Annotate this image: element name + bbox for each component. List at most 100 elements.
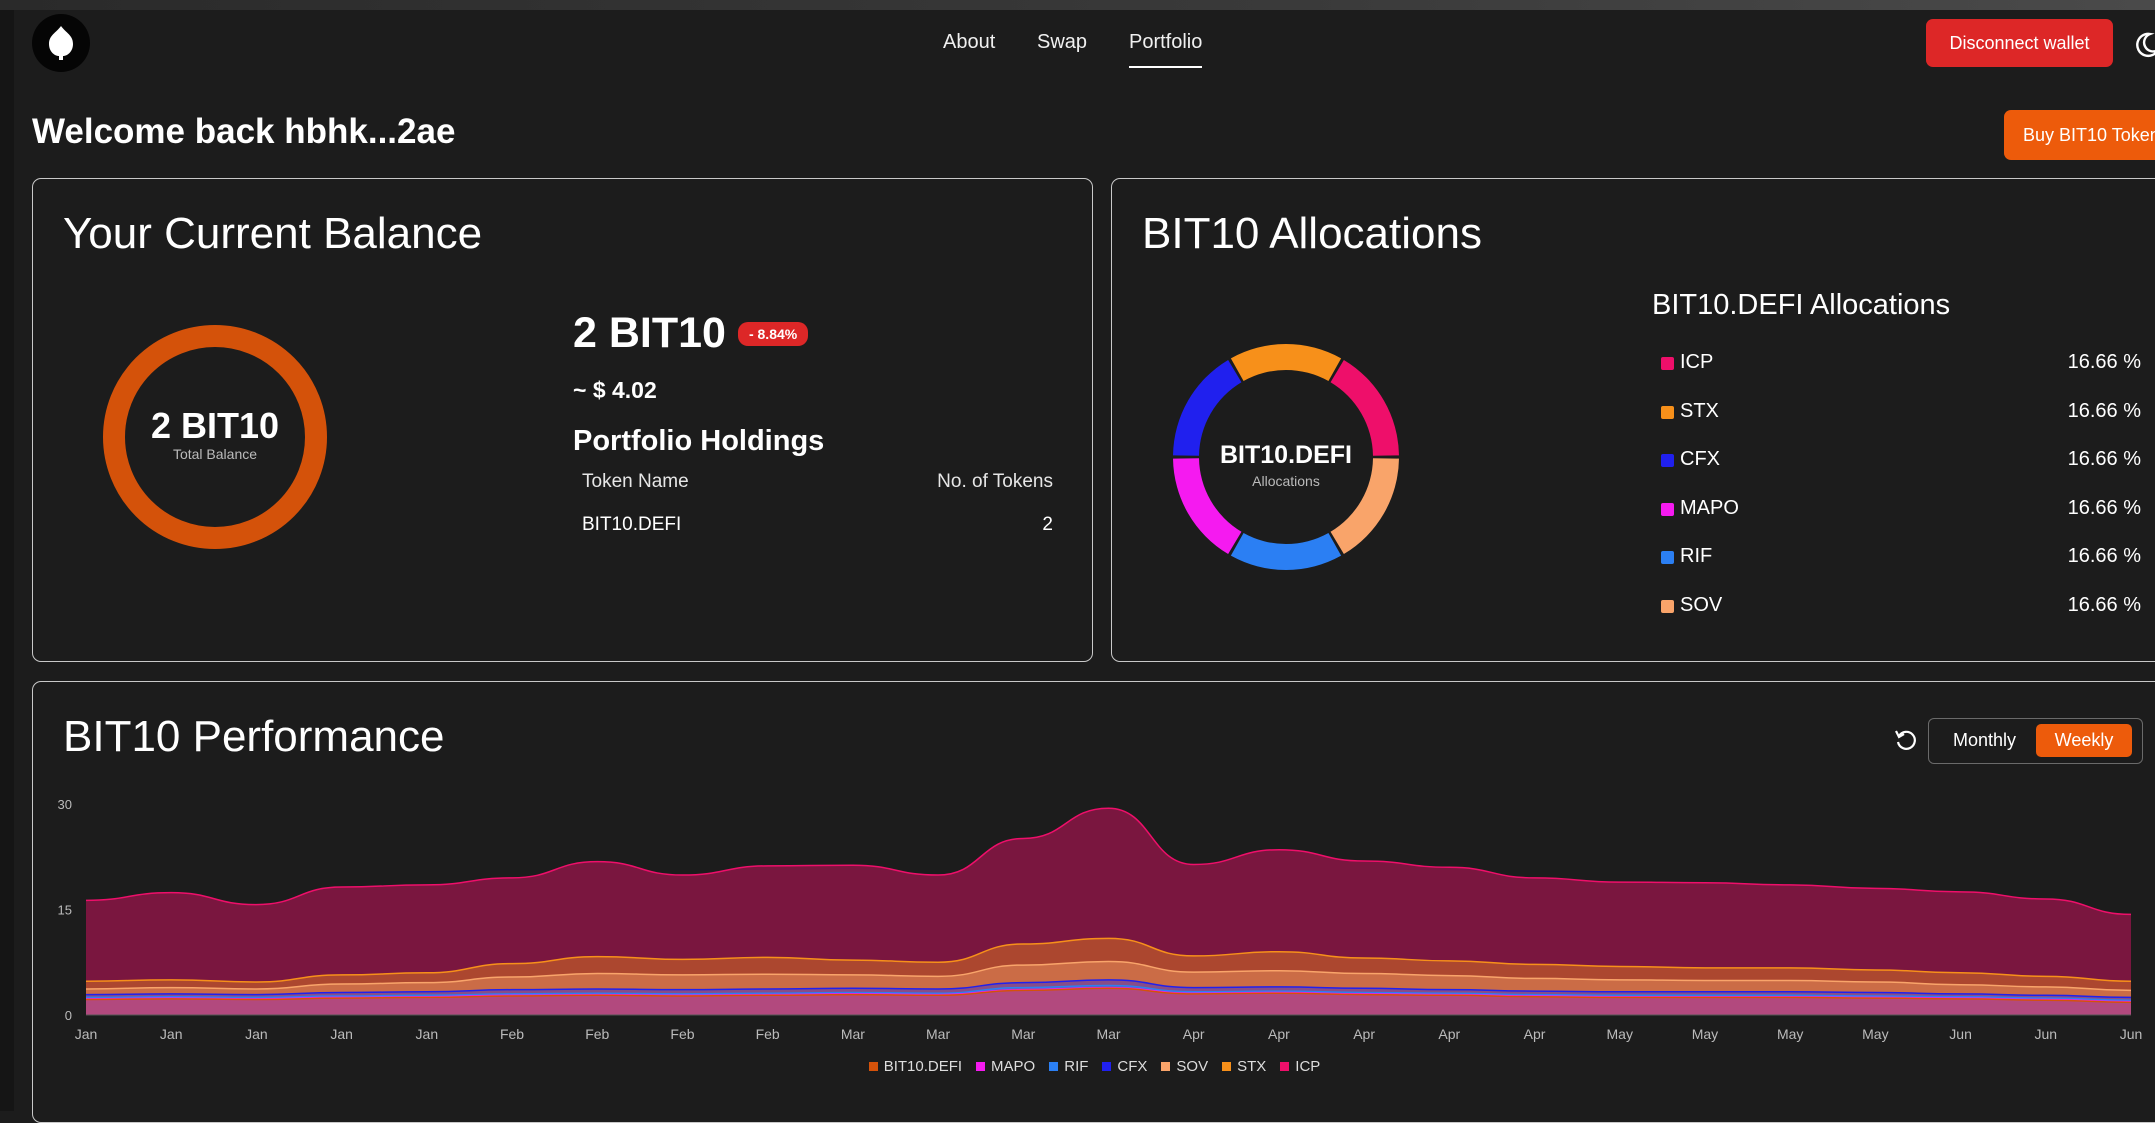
balance-donut-label: 2 BIT10: [150, 405, 280, 446]
holdings-title: Portfolio Holdings: [573, 425, 825, 457]
performance-card-title: BIT10 Performance: [63, 712, 445, 761]
legend-item-cfx[interactable]: CFX: [1102, 1058, 1147, 1075]
legend-swatch: [1222, 1062, 1232, 1071]
x-tick-label: Jun: [2120, 1026, 2143, 1042]
allocation-row-mapo: MAPO 16.66 %: [1661, 497, 2141, 527]
allocation-percent: 16.66 %: [2067, 496, 2141, 519]
x-tick-label: Jan: [330, 1026, 353, 1042]
allocation-name: MAPO: [1680, 496, 1739, 519]
window-top-strip: [0, 0, 2155, 10]
x-tick-label: May: [1607, 1026, 1633, 1042]
x-tick-label: Mar: [841, 1026, 865, 1042]
legend-label: CFX: [1117, 1058, 1148, 1075]
welcome-heading: Welcome back hbhk...2ae: [32, 112, 456, 151]
holdings-col-count: No. of Tokens: [937, 471, 1053, 492]
nav-swap[interactable]: Swap: [1037, 28, 1087, 66]
refresh-button[interactable]: [1893, 727, 1919, 753]
balance-card: Your Current Balance 2 BIT10 Total Balan…: [32, 178, 1093, 662]
x-tick-label: Apr: [1438, 1026, 1460, 1042]
legend-item-mapo[interactable]: MAPO: [976, 1058, 1035, 1075]
legend-item-stx[interactable]: STX: [1222, 1058, 1266, 1075]
allocations-donut-label: BIT10.DEFI: [1220, 441, 1352, 469]
x-tick-label: Apr: [1268, 1026, 1290, 1042]
period-toggle: Monthly Weekly: [1928, 718, 2143, 764]
donut-slice-rif: [1230, 532, 1342, 570]
x-tick-label: Feb: [756, 1026, 780, 1042]
x-tick-label: May: [1692, 1026, 1718, 1042]
holdings-row-count: 2: [1042, 514, 1053, 535]
x-tick-label: Feb: [585, 1026, 609, 1042]
legend-swatch: [868, 1062, 878, 1071]
allocation-name: SOV: [1680, 593, 1723, 616]
legend-item-sov[interactable]: SOV: [1161, 1058, 1208, 1075]
allocation-swatch: [1661, 551, 1674, 564]
y-tick-label: 0: [65, 1008, 72, 1023]
legend-item-bit10.defi[interactable]: BIT10.DEFI: [868, 1058, 963, 1075]
balance-donut-sublabel: Total Balance: [172, 446, 258, 462]
x-tick-label: Jun: [2035, 1026, 2058, 1042]
allocation-name: CFX: [1680, 448, 1720, 470]
toggle-monthly[interactable]: Monthly: [1934, 724, 2035, 757]
allocation-name: STX: [1680, 399, 1719, 422]
moon-icon: [2136, 32, 2155, 57]
allocation-row-rif: RIF 16.66 %: [1661, 545, 2141, 575]
allocation-swatch: [1661, 357, 1674, 370]
balance-card-title: Your Current Balance: [63, 209, 483, 258]
refresh-icon: [1895, 730, 1916, 750]
x-tick-label: May: [1862, 1026, 1888, 1042]
y-tick-label: 15: [58, 903, 72, 918]
legend-label: BIT10.DEFI: [883, 1058, 963, 1075]
legend-label: SOV: [1176, 1058, 1209, 1075]
allocation-swatch: [1661, 599, 1674, 613]
holdings-row-name: BIT10.DEFI: [582, 514, 682, 535]
x-tick-label: Mar: [926, 1026, 950, 1042]
y-tick-label: 30: [58, 797, 72, 812]
allocation-percent: 16.66 %: [2067, 399, 2141, 422]
performance-chart: 0 15 30 Jan Jan Jan Jan Jan Feb Feb Feb Feb Mar Mar Ma…: [58, 797, 2143, 1042]
allocation-swatch: [1661, 405, 1674, 419]
holdings-col-token: Token Name: [582, 471, 689, 492]
nav-about[interactable]: About: [943, 28, 995, 66]
x-tick-label: Jan: [75, 1026, 98, 1042]
x-tick-label: Apr: [1524, 1026, 1546, 1042]
toggle-weekly[interactable]: Weekly: [2036, 724, 2132, 757]
x-tick-label: Feb: [500, 1026, 524, 1042]
balance-amount-row: 2 BIT10 - 8.84%: [573, 309, 809, 358]
allocations-donut-sublabel: Allocations: [1252, 473, 1320, 489]
x-tick-label: May: [1777, 1026, 1803, 1042]
legend-swatch: [976, 1062, 986, 1071]
main-nav: About Swap Portfolio: [0, 28, 2155, 68]
allocation-percent: 16.66 %: [2067, 351, 2141, 373]
legend-swatch: [1049, 1062, 1059, 1071]
disconnect-wallet-button[interactable]: Disconnect wallet: [1926, 19, 2113, 67]
legend-swatch: [1102, 1062, 1112, 1071]
change-badge: - 8.84%: [737, 321, 809, 346]
allocation-percent: 16.66 %: [2067, 545, 2141, 567]
x-tick-label: Apr: [1353, 1026, 1375, 1042]
legend-swatch: [1161, 1062, 1171, 1071]
balance-usd: ~ $ 4.02: [573, 377, 657, 403]
x-tick-label: Apr: [1183, 1026, 1205, 1042]
buy-token-button[interactable]: Buy BIT10 Token: [2004, 110, 2155, 160]
x-tick-label: Jan: [160, 1026, 183, 1042]
nav-portfolio[interactable]: Portfolio: [1129, 28, 1203, 68]
allocation-name: RIF: [1680, 545, 1713, 567]
theme-toggle-button[interactable]: [2128, 26, 2155, 62]
allocations-list-title: BIT10.DEFI Allocations: [1652, 289, 1951, 321]
donut-slice-stx: [1230, 344, 1342, 382]
legend-label: MAPO: [991, 1058, 1036, 1075]
allocation-row-cfx: CFX 16.66 %: [1661, 448, 2141, 478]
legend-item-icp[interactable]: ICP: [1280, 1058, 1320, 1075]
legend-label: RIF: [1064, 1058, 1089, 1075]
allocation-row-icp: ICP 16.66 %: [1661, 351, 2141, 381]
allocation-swatch: [1661, 502, 1674, 516]
legend-item-rif[interactable]: RIF: [1049, 1058, 1088, 1075]
balance-amount: 2 BIT10: [573, 309, 726, 357]
x-tick-label: Mar: [1011, 1026, 1035, 1042]
allocations-card-title: BIT10 Allocations: [1142, 209, 1482, 258]
legend-swatch: [1280, 1062, 1290, 1071]
x-tick-label: Jan: [416, 1026, 439, 1042]
performance-legend: BIT10.DEFI MAPO RIF CFX SOV STX ICP: [32, 1058, 2155, 1076]
allocation-row-stx: STX 16.66 %: [1661, 400, 2141, 430]
allocation-row-sov: SOV 16.66 %: [1661, 594, 2141, 624]
